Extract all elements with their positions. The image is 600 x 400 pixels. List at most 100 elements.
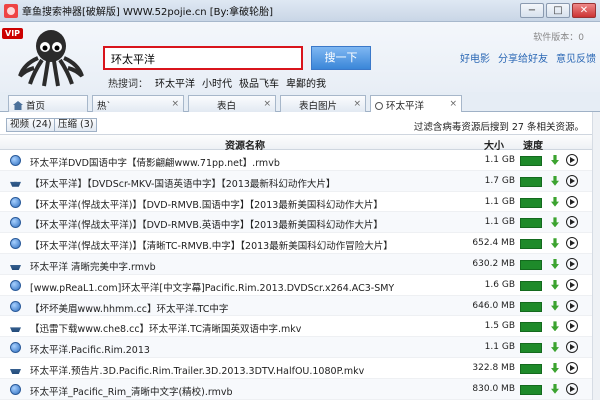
tab-biaobai-images[interactable]: 表白图片 × <box>280 95 366 112</box>
version-label: 软件版本：0 <box>533 33 584 43</box>
resource-name[interactable]: 【环太平洋(悍战太平洋)】【清晰TC-RMVB.中字】【2013最新美国科幻动作… <box>30 238 393 252</box>
app-icon <box>4 3 18 18</box>
hot-keyword[interactable]: 极品飞车 <box>239 75 279 90</box>
download-arrow-icon[interactable] <box>551 217 559 228</box>
table-row[interactable]: 【坏坏美眉www.hhmm.cc】环太平洋.TC中字 646.0 MB <box>0 295 600 317</box>
maximize-button[interactable]: □ <box>546 3 570 18</box>
table-row[interactable]: 环太平洋 清晰完美中字.rmvb 630.2 MB <box>0 253 600 275</box>
hot-keyword[interactable]: 小时代 <box>202 75 232 90</box>
play-icon[interactable] <box>566 382 578 395</box>
play-icon[interactable] <box>566 216 578 229</box>
globe-icon <box>10 383 21 395</box>
tab-home[interactable]: 首页 <box>8 95 88 112</box>
resource-size: 1.5 GB <box>484 321 515 332</box>
resource-size: 652.4 MB <box>472 238 515 249</box>
download-arrow-icon[interactable] <box>551 155 559 165</box>
good-movies-link[interactable]: 好电影 <box>460 50 490 65</box>
play-icon[interactable] <box>566 174 578 187</box>
resource-name[interactable]: 环太平洋_Pacific_Rim_清晰中文字(精校).rmvb <box>30 384 233 398</box>
filter-video-chip[interactable]: 视频 (24) <box>6 118 56 132</box>
globe-icon <box>10 300 21 312</box>
hot-keyword[interactable]: 环太平洋 <box>155 75 195 90</box>
resource-name[interactable]: 环太平洋.Pacific.Rim.2013 <box>30 342 150 356</box>
window-controls: − □ ✕ <box>520 3 596 18</box>
speed-bar <box>520 239 542 250</box>
tab-biaobai[interactable]: 表白 × <box>188 95 276 112</box>
table-row[interactable]: 环太平洋DVD国语中字【倩影翩翩www.71pp.net】.rmvb 1.1 GB <box>0 150 600 171</box>
resource-name[interactable]: 【环太平洋】【DVDScr-MKV-国语英语中字】【2013最新科幻动作大片】 <box>30 176 335 190</box>
search-button[interactable]: 搜一下 <box>311 46 371 70</box>
tab-close-icon[interactable]: × <box>353 99 361 109</box>
scrollbar[interactable] <box>592 112 600 400</box>
play-icon[interactable] <box>566 320 578 333</box>
tab-label: 热` <box>97 101 112 112</box>
table-row[interactable]: 【环太平洋(悍战太平洋)】【清晰TC-RMVB.中字】【2013最新美国科幻动作… <box>0 233 600 254</box>
table-row[interactable]: 【环太平洋】【DVDScr-MKV-国语英语中字】【2013最新科幻动作大片】 1… <box>0 170 600 192</box>
resource-size: 830.0 MB <box>472 383 515 394</box>
download-arrow-icon[interactable] <box>551 175 559 186</box>
table-row[interactable]: 环太平洋.Pacific.Rim.2013 1.1 GB <box>0 337 600 358</box>
table-row[interactable]: 环太平洋_Pacific_Rim_清晰中文字(精校).rmvb 830.0 MB <box>0 378 600 400</box>
play-icon[interactable] <box>566 237 578 250</box>
resource-name[interactable]: 环太平洋 清晰完美中字.rmvb <box>30 259 156 273</box>
download-arrow-icon[interactable] <box>551 362 559 373</box>
table-row[interactable]: [www.pReaL1.com]环太平洋[中文字幕]Pacific.Rim.20… <box>0 274 600 296</box>
resource-name[interactable]: [www.pReaL1.com]环太平洋[中文字幕]Pacific.Rim.20… <box>30 280 394 294</box>
resource-name[interactable]: 【环太平洋(悍战太平洋)】【DVD-RMVB.国语中字】【2013最新美国科幻动… <box>30 197 383 211</box>
play-icon[interactable] <box>566 257 578 270</box>
tab-close-icon[interactable]: × <box>171 99 179 109</box>
resource-size: 630.2 MB <box>472 258 515 269</box>
play-icon[interactable] <box>566 299 578 312</box>
globe-icon <box>10 196 21 208</box>
table-row[interactable]: 【环太平洋(悍战太平洋)】【DVD-RMVB.国语中字】【2013最新美国科幻动… <box>0 191 600 213</box>
globe-icon <box>10 155 21 166</box>
speed-bar <box>520 218 542 229</box>
hot-keyword[interactable]: 卑鄙的我 <box>286 75 326 90</box>
resource-name[interactable]: 【环太平洋(悍战太平洋)】【DVD-RMVB.英语中字】【2013最新美国科幻动… <box>30 217 383 231</box>
globe-icon <box>10 279 21 291</box>
minimize-button[interactable]: − <box>520 3 544 18</box>
feedback-link[interactable]: 意见反馈 <box>556 50 596 65</box>
resource-size: 1.7 GB <box>484 175 515 186</box>
play-icon[interactable] <box>566 278 578 291</box>
tab-close-icon[interactable]: × <box>263 99 271 109</box>
download-arrow-icon[interactable] <box>551 321 559 332</box>
table-row[interactable]: 环太平洋.预告片.3D.Pacific.Rim.Trailer.3D.2013.… <box>0 357 600 379</box>
boat-icon <box>10 369 21 374</box>
download-arrow-icon[interactable] <box>551 258 559 269</box>
results-table-header: 资源名称 大小 速度 <box>0 134 600 152</box>
speed-bar <box>520 197 542 208</box>
resource-name[interactable]: 【迅雷下载www.che8.cc】环太平洋.TC清晰国英双语中字.mkv <box>30 321 301 335</box>
result-count-note: 过滤含病毒资源后搜到 27 条相关资源。 <box>413 122 584 133</box>
resource-name[interactable]: 【坏坏美眉www.hhmm.cc】环太平洋.TC中字 <box>30 301 228 315</box>
download-arrow-icon[interactable] <box>551 342 559 353</box>
search-input[interactable]: 环太平洋 <box>103 46 303 70</box>
filter-bar: 视频 (24) 压缩 (3) 过滤含病毒资源后搜到 27 条相关资源。 <box>0 112 600 134</box>
tab-close-icon[interactable]: × <box>449 99 457 109</box>
play-icon[interactable] <box>566 154 578 166</box>
window-title: 章鱼搜索神器[破解版] WWW.52pojie.cn [By:拿破轮胎] <box>22 7 273 18</box>
download-arrow-icon[interactable] <box>551 238 559 249</box>
tab-hot[interactable]: 热` × <box>92 95 184 112</box>
header: VIP 环太平洋 搜一下 软件版本：0 好电影 分享给好友 意见反馈 热搜词： … <box>0 22 600 92</box>
tab-bar: 首页 热` × 表白 × 表白图片 × 环太平洋 × <box>0 92 600 112</box>
download-arrow-icon[interactable] <box>551 196 559 207</box>
play-icon[interactable] <box>566 361 578 374</box>
resource-size: 1.1 GB <box>484 155 515 165</box>
play-icon[interactable] <box>566 195 578 208</box>
header-links: 好电影 分享给好友 意见反馈 <box>460 50 596 65</box>
download-arrow-icon[interactable] <box>551 300 559 311</box>
hot-keywords-label: 热搜词： <box>108 79 148 90</box>
resource-name[interactable]: 环太平洋DVD国语中字【倩影翩翩www.71pp.net】.rmvb <box>30 155 280 169</box>
download-arrow-icon[interactable] <box>551 383 559 394</box>
tab-label: 表白 <box>217 101 237 112</box>
share-link[interactable]: 分享给好友 <box>498 50 548 65</box>
resource-name[interactable]: 环太平洋.预告片.3D.Pacific.Rim.Trailer.3D.2013.… <box>30 363 364 377</box>
table-row[interactable]: 【环太平洋(悍战太平洋)】【DVD-RMVB.英语中字】【2013最新美国科幻动… <box>0 212 600 234</box>
table-row[interactable]: 【迅雷下载www.che8.cc】环太平洋.TC清晰国英双语中字.mkv 1.5 … <box>0 316 600 338</box>
play-icon[interactable] <box>566 341 578 354</box>
filter-archive-chip[interactable]: 压缩 (3) <box>54 118 98 132</box>
tab-search-result[interactable]: 环太平洋 × <box>370 95 462 112</box>
download-arrow-icon[interactable] <box>551 279 559 290</box>
close-button[interactable]: ✕ <box>572 3 596 18</box>
